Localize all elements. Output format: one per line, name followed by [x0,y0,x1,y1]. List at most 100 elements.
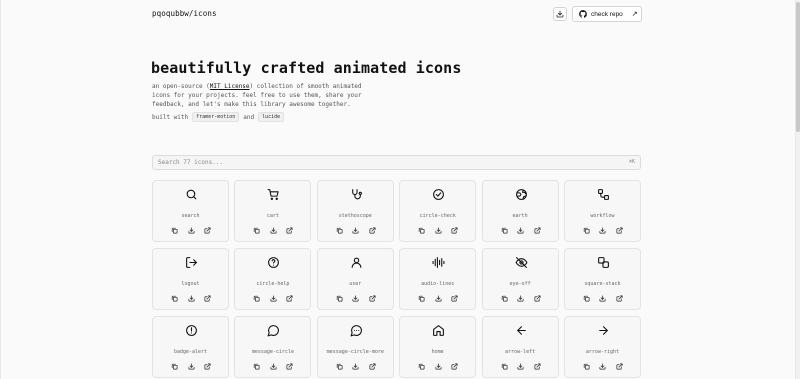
copy-button[interactable] [336,227,343,234]
copy-button[interactable] [171,227,178,234]
github-icon [579,10,587,18]
copy-button[interactable] [336,363,343,370]
download-button[interactable] [188,227,195,234]
download-button[interactable] [352,295,359,302]
open-button[interactable] [534,363,541,370]
copy-button[interactable] [418,295,425,302]
desc-part: ) collection of smooth animated [249,83,362,90]
icon-card-circle-check[interactable]: circle-check [399,180,477,242]
brand-title[interactable]: pqoqubbw/icons [152,9,217,18]
open-button[interactable] [286,295,293,302]
icon-actions [583,363,623,370]
icon-name: arrow-right [585,349,620,355]
open-button[interactable] [616,227,623,234]
download-button[interactable] [352,227,359,234]
open-button[interactable] [616,295,623,302]
download-button[interactable] [599,363,606,370]
download-button[interactable] [270,363,277,370]
scrollbar-thumb[interactable] [796,2,800,132]
icon-actions [418,295,458,302]
copy-icon [583,363,590,370]
download-icon [270,363,277,370]
open-button[interactable] [204,363,211,370]
framer-motion-link[interactable]: framer-motion [192,112,240,122]
copy-button[interactable] [171,295,178,302]
download-button[interactable] [188,363,195,370]
open-button[interactable] [369,227,376,234]
search-placeholder: Search 77 icons... [158,159,224,166]
icon-actions [418,363,458,370]
copy-button[interactable] [583,227,590,234]
copy-button[interactable] [336,295,343,302]
lucide-link[interactable]: lucide [258,112,285,122]
copy-button[interactable] [583,295,590,302]
scrollbar[interactable] [796,0,800,379]
search-shortcut: ⌘K [628,159,635,165]
open-button[interactable] [369,295,376,302]
copy-button[interactable] [418,227,425,234]
open-button[interactable] [286,363,293,370]
icon-card-square-stack[interactable]: square-stack [563,248,641,310]
copy-icon [336,363,343,370]
open-button[interactable] [286,227,293,234]
download-button[interactable] [270,295,277,302]
external-link-icon [451,295,458,302]
download-button[interactable] [435,295,442,302]
open-button[interactable] [534,295,541,302]
page-title: beautifully crafted animated icons [151,59,462,77]
copy-button[interactable] [501,227,508,234]
open-button[interactable] [451,227,458,234]
icon-card-arrow-right[interactable]: arrow-right [563,316,641,378]
icon-name: audio-lines [421,281,455,287]
open-button[interactable] [534,227,541,234]
open-button[interactable] [204,227,211,234]
open-button[interactable] [451,295,458,302]
check-repo-button[interactable]: check repo ↗ [572,6,642,22]
copy-button[interactable] [418,363,425,370]
icon-card-home[interactable]: home [399,316,477,378]
icon-card-earth[interactable]: earth [481,180,559,242]
mit-license-link[interactable]: MIT License [210,83,250,90]
icon-actions [501,227,541,234]
icon-card-logout[interactable]: logout [152,248,229,310]
search-input[interactable]: Search 77 icons... ⌘K [152,155,641,170]
open-button[interactable] [616,363,623,370]
icon-card-workflow[interactable]: workflow [563,180,641,242]
icon-actions [253,363,293,370]
icon-card-search[interactable]: search [152,180,229,242]
icon-card-message-circle[interactable]: message-circle [234,316,312,378]
icon-card-audio-lines[interactable]: audio-lines [399,248,477,310]
icon-card-cart[interactable]: cart [234,180,312,242]
icon-card-badge-alert[interactable]: badge-alert [152,316,229,378]
copy-icon [418,227,425,234]
icon-name: cart [266,213,279,219]
copy-button[interactable] [501,295,508,302]
download-button[interactable] [270,227,277,234]
open-button[interactable] [204,295,211,302]
download-button[interactable] [599,295,606,302]
download-button[interactable] [435,227,442,234]
download-button[interactable] [517,363,524,370]
icon-card-message-circle-more[interactable]: message-circle-more [316,316,394,378]
download-button[interactable] [188,295,195,302]
copy-button[interactable] [501,363,508,370]
copy-button[interactable] [253,227,260,234]
download-all-button[interactable] [553,7,567,21]
download-button[interactable] [517,295,524,302]
download-button[interactable] [599,227,606,234]
download-button[interactable] [435,363,442,370]
external-link-icon [616,295,623,302]
icon-card-arrow-left[interactable]: arrow-left [481,316,559,378]
open-button[interactable] [369,363,376,370]
icon-card-stethoscope[interactable]: stethoscope [316,180,394,242]
copy-button[interactable] [583,363,590,370]
copy-button[interactable] [253,363,260,370]
icon-card-circle-help[interactable]: circle-help [234,248,312,310]
icon-card-eye-off[interactable]: eye-off [481,248,559,310]
icon-card-user[interactable]: user [316,248,394,310]
download-button[interactable] [352,363,359,370]
open-button[interactable] [451,363,458,370]
download-button[interactable] [517,227,524,234]
copy-button[interactable] [253,295,260,302]
copy-button[interactable] [171,363,178,370]
